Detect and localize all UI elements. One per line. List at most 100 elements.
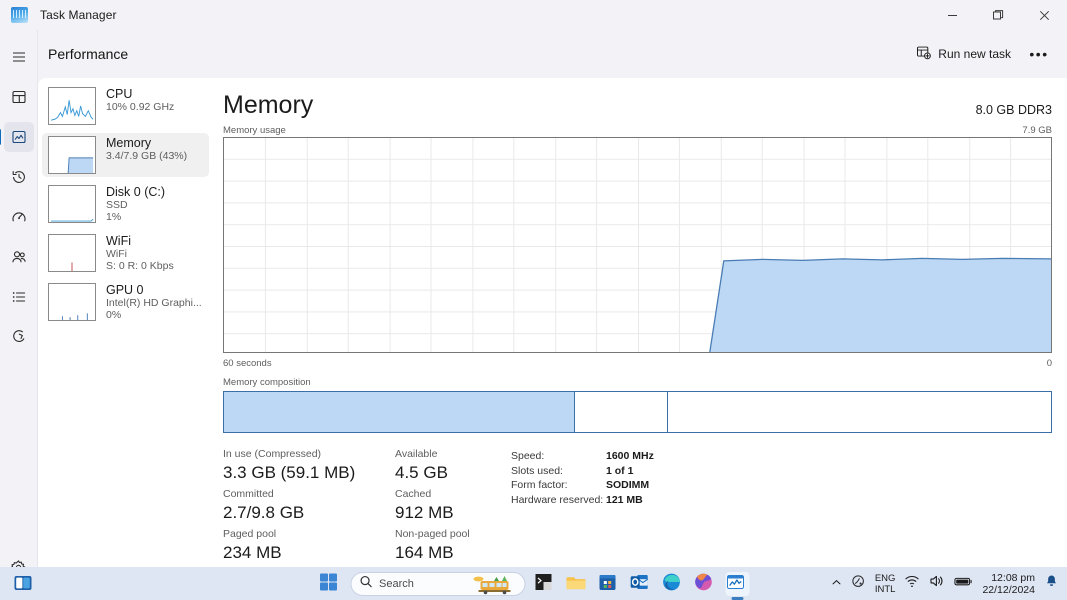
disk-sparkline xyxy=(48,185,96,223)
list-item-text: Memory 3.4/7.9 GB (43%) xyxy=(106,136,187,162)
memory-spec: 8.0 GB DDR3 xyxy=(976,103,1052,120)
file-explorer-icon[interactable] xyxy=(565,572,589,596)
memory-stats: In use (Compressed) 3.3 GB (59.1 MB) Com… xyxy=(223,433,1067,567)
outlook-icon[interactable] xyxy=(629,572,653,596)
chevron-up-icon[interactable] xyxy=(831,577,842,591)
task-manager-icon xyxy=(11,7,28,23)
graph-x-axis-row: 60 seconds 0 xyxy=(223,353,1067,370)
wifi-icon[interactable] xyxy=(904,573,920,594)
stat-value: 1600 MHz xyxy=(606,449,654,464)
stat-key: Slots used: xyxy=(511,464,606,479)
sidebar-item-app-history[interactable] xyxy=(4,162,34,192)
close-button[interactable] xyxy=(1021,0,1067,30)
command-bar-actions: Run new task ••• xyxy=(906,39,1067,69)
stat-row: Speed: 1600 MHz xyxy=(511,449,654,464)
graph-x-left-label: 60 seconds xyxy=(223,358,272,369)
sidebar-item-services[interactable] xyxy=(4,322,34,352)
taskbar-center: Search xyxy=(318,572,749,596)
sidebar-item-processes[interactable] xyxy=(4,82,34,112)
clock[interactable]: 12:08 pm 22/12/2024 xyxy=(982,572,1035,596)
stat-value: 234 MB xyxy=(223,541,395,564)
edge-icon[interactable] xyxy=(661,572,685,596)
stat-key: Non-paged pool xyxy=(395,527,505,541)
list-item-memory[interactable]: Memory 3.4/7.9 GB (43%) xyxy=(42,133,209,177)
bell-icon[interactable] xyxy=(1044,574,1059,594)
stat-value: 1 of 1 xyxy=(606,464,633,479)
stat-key: Available xyxy=(395,447,505,461)
list-item-wifi[interactable]: WiFi WiFi S: 0 R: 0 Kbps xyxy=(42,231,209,275)
stat-value: 3.3 GB (59.1 MB) xyxy=(223,461,395,484)
microsoft-store-icon[interactable] xyxy=(597,572,621,596)
panel-title: Memory xyxy=(223,90,313,120)
volume-icon[interactable] xyxy=(929,573,945,594)
terminal-icon[interactable] xyxy=(533,572,557,596)
sidebar-item-performance[interactable] xyxy=(4,122,34,152)
battery-icon[interactable] xyxy=(954,575,973,593)
stat-value: 4.5 GB xyxy=(395,461,505,484)
list-item-text: CPU 10% 0.92 GHz xyxy=(106,87,174,113)
list-item-cpu[interactable]: CPU 10% 0.92 GHz xyxy=(42,84,209,128)
stat-key: Paged pool xyxy=(223,527,395,541)
stat-value: SODIMM xyxy=(606,478,649,493)
start-icon[interactable] xyxy=(318,572,342,596)
widgets-icon[interactable] xyxy=(12,572,36,596)
run-new-task-icon xyxy=(916,45,931,63)
composition-segment-free[interactable] xyxy=(668,392,1051,432)
graph-x-right-label: 0 xyxy=(1047,358,1052,369)
resource-list: CPU 10% 0.92 GHz Memory 3.4/7.9 GB (43%) xyxy=(38,78,213,567)
window-title: Task Manager xyxy=(40,8,117,22)
title-bar: Task Manager xyxy=(0,0,1067,30)
memory-composition-bar[interactable] xyxy=(223,391,1052,433)
list-item-name: Disk 0 (C:) xyxy=(106,185,165,199)
memory-usage-chart xyxy=(224,138,1051,352)
search-input[interactable]: Search xyxy=(350,572,525,596)
tray-overflow-icon[interactable] xyxy=(851,574,866,594)
tram-doodle-icon xyxy=(466,574,522,596)
restore-button[interactable] xyxy=(975,0,1021,30)
search-placeholder: Search xyxy=(379,578,414,590)
list-item-disk-0[interactable]: Disk 0 (C:) SSD 1% xyxy=(42,182,209,226)
minimize-button[interactable] xyxy=(929,0,975,30)
stat-key: In use (Compressed) xyxy=(223,447,395,461)
list-item-sub1: WiFi xyxy=(106,248,174,260)
list-item-name: GPU 0 xyxy=(106,283,202,297)
language-line-1: ENG xyxy=(875,573,896,584)
list-item-sub1: 10% 0.92 GHz xyxy=(106,101,174,113)
task-manager-window: Task Manager xyxy=(0,0,1067,600)
graph-caption-row: Memory usage 7.9 GB xyxy=(223,120,1067,137)
list-item-gpu-0[interactable]: GPU 0 Intel(R) HD Graphi... 0% xyxy=(42,280,209,324)
stat-value: 2.7/9.8 GB xyxy=(223,501,395,524)
task-manager-icon[interactable] xyxy=(725,572,749,596)
sidebar-item-users[interactable] xyxy=(4,242,34,272)
list-item-sub1: 3.4/7.9 GB (43%) xyxy=(106,150,187,162)
composition-segment-modified[interactable] xyxy=(575,392,668,432)
window-controls xyxy=(929,0,1067,30)
hamburger-menu-icon[interactable] xyxy=(4,42,34,72)
copilot-icon[interactable] xyxy=(693,572,717,596)
language-indicator[interactable]: ENG INTL xyxy=(875,573,896,595)
composition-segment-in-use[interactable] xyxy=(224,392,575,432)
list-item-text: Disk 0 (C:) SSD 1% xyxy=(106,185,165,223)
stat-key: Speed: xyxy=(511,449,606,464)
list-item-name: WiFi xyxy=(106,234,174,248)
taskbar-left xyxy=(12,572,36,596)
stats-column-right: Speed: 1600 MHz Slots used: 1 of 1 Form … xyxy=(511,447,654,567)
run-new-task-label: Run new task xyxy=(938,47,1011,61)
sidebar-item-details[interactable] xyxy=(4,282,34,312)
run-new-task-button[interactable]: Run new task xyxy=(906,39,1021,69)
stat-row: Hardware reserved: 121 MB xyxy=(511,493,654,508)
search-icon xyxy=(359,575,372,593)
stats-column-mid: Available 4.5 GB Cached 912 MB Non-paged… xyxy=(395,447,505,567)
gpu-sparkline xyxy=(48,283,96,321)
more-options-button[interactable]: ••• xyxy=(1023,39,1055,69)
navigation-rail xyxy=(0,30,38,600)
command-bar: Performance Run new task ••• xyxy=(38,30,1067,78)
stat-key: Cached xyxy=(395,487,505,501)
system-tray: ENG INTL xyxy=(831,572,1059,596)
stats-column-left: In use (Compressed) 3.3 GB (59.1 MB) Com… xyxy=(223,447,395,567)
stat-row: Form factor: SODIMM xyxy=(511,478,654,493)
memory-panel: Memory 8.0 GB DDR3 Memory usage 7.9 GB xyxy=(223,78,1067,567)
sidebar-item-startup-apps[interactable] xyxy=(4,202,34,232)
chart-area-fill xyxy=(710,258,1051,352)
cpu-sparkline xyxy=(48,87,96,125)
